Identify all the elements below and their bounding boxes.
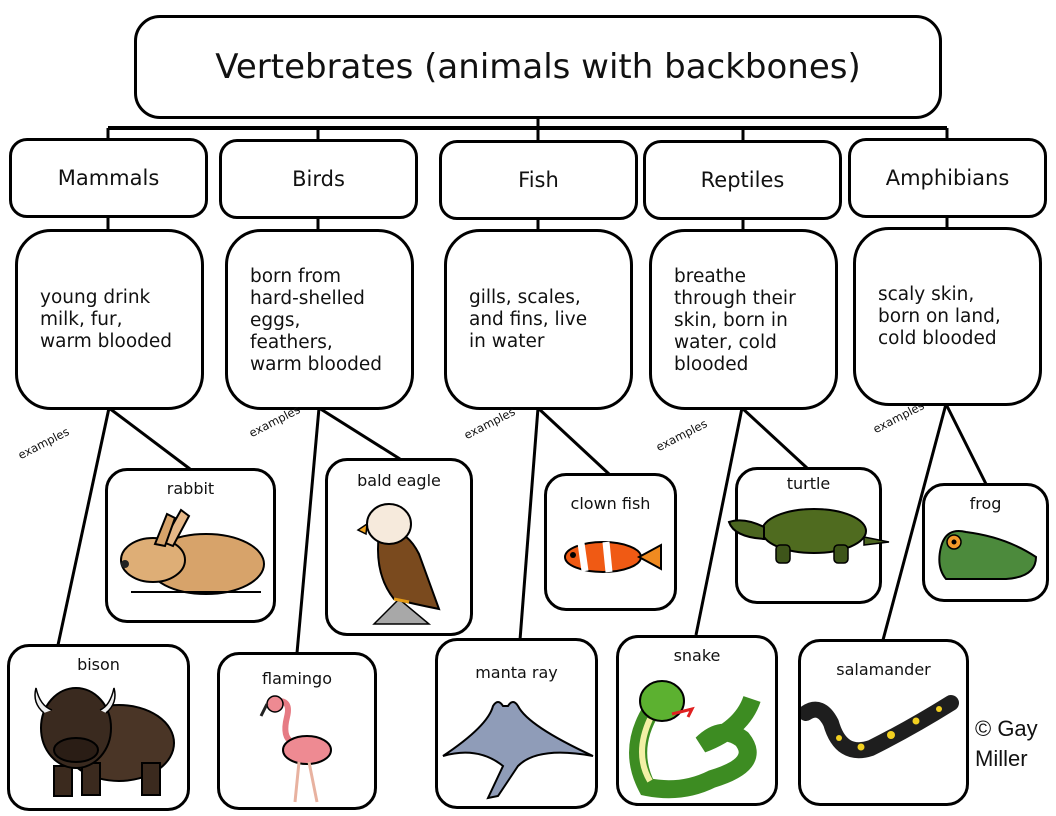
frog-icon xyxy=(937,530,1037,580)
example-label: bald eagle xyxy=(357,471,441,490)
example-card-frog: frog xyxy=(922,483,1049,602)
clown-fish-icon xyxy=(563,541,662,573)
example-card-bison: bison xyxy=(7,644,190,811)
description-birds: born from hard-shelled eggs, feathers, w… xyxy=(225,229,414,410)
rabbit-icon xyxy=(119,508,265,595)
manta-ray-icon xyxy=(442,701,594,800)
example-card-flamingo: flamingo xyxy=(217,652,377,810)
example-card-bald-eagle: bald eagle xyxy=(325,458,473,636)
example-label: manta ray xyxy=(475,663,558,682)
example-label: flamingo xyxy=(262,669,332,688)
copyright-text: © Gay Miller xyxy=(975,716,1038,771)
example-card-snake: snake xyxy=(616,635,778,806)
category-reptiles: Reptiles xyxy=(643,140,842,220)
example-card-turtle: turtle xyxy=(727,467,890,604)
turtle-icon xyxy=(727,508,890,564)
example-label: salamander xyxy=(836,660,931,679)
snake-icon xyxy=(629,680,761,799)
example-card-rabbit: rabbit xyxy=(105,468,276,623)
bison-icon xyxy=(33,687,175,797)
example-label: frog xyxy=(969,494,1002,513)
description-fish: gills, scales, and fins, live in water xyxy=(444,229,633,410)
flamingo-icon xyxy=(259,695,332,803)
category-fish: Fish xyxy=(439,140,638,220)
example-label: snake xyxy=(673,646,721,665)
diagram-title: Vertebrates (animals with backbones) xyxy=(134,15,942,119)
example-card-manta-ray: manta ray xyxy=(435,638,598,809)
description-reptiles: breathe through their skin, born in wate… xyxy=(649,229,838,410)
category-mammals: Mammals xyxy=(9,138,208,218)
example-label: turtle xyxy=(786,474,831,493)
category-amphibians: Amphibians xyxy=(848,138,1047,218)
example-label: bison xyxy=(77,655,120,674)
bald-eagle-icon xyxy=(356,503,441,625)
salamander-icon xyxy=(801,695,959,759)
category-birds: Birds xyxy=(219,139,418,219)
description-mammals: young drink milk, fur, warm blooded xyxy=(15,229,204,410)
example-card-salamander: salamander xyxy=(798,639,969,806)
example-card-clown-fish: clown fish xyxy=(544,473,677,611)
example-label: clown fish xyxy=(570,494,651,513)
description-amphibians: scaly skin, born on land, cold blooded xyxy=(853,227,1042,406)
example-label: rabbit xyxy=(166,479,215,498)
